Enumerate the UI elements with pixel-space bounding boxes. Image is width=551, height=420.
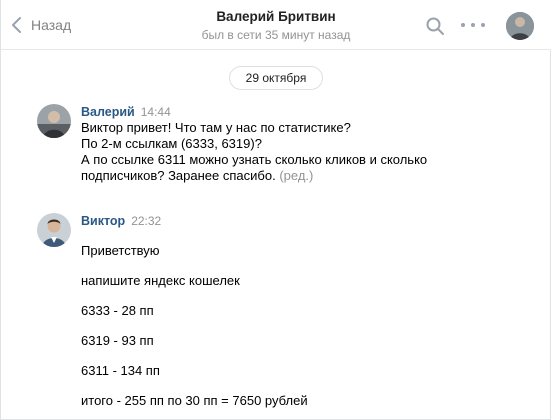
- message-line: По 2-м ссылкам (6333, 6319)?: [81, 136, 262, 151]
- date-divider: 29 октября: [229, 66, 323, 90]
- online-status: был в сети 35 минут назад: [201, 28, 351, 42]
- message-line: А по ссылке 6311 можно узнать сколько кл…: [81, 152, 428, 167]
- message-line: 6333 - 28 пп: [81, 303, 154, 318]
- header-avatar[interactable]: [506, 12, 534, 40]
- search-icon: [426, 17, 444, 35]
- more-dots-icon: [481, 23, 485, 27]
- avatar-photo: [37, 213, 71, 247]
- message-line: итого - 255 пп по 30 пп = 7650 рублей: [81, 393, 308, 408]
- chat-title[interactable]: Валерий Бритвин: [151, 9, 401, 25]
- back-button[interactable]: Назад: [11, 14, 71, 36]
- avatar[interactable]: [37, 104, 71, 138]
- avatar-photo: [37, 104, 71, 138]
- edited-label: (ред.): [279, 168, 314, 183]
- message-line: Приветствую: [81, 243, 160, 258]
- message-line: напишите яндекс кошелек: [81, 273, 240, 288]
- message-time[interactable]: 22:32: [131, 214, 161, 228]
- search-button[interactable]: [425, 16, 445, 36]
- author-name[interactable]: Виктор: [81, 214, 125, 228]
- chat-title-block[interactable]: Валерий Бритвин был в сети 35 минут наза…: [151, 9, 401, 43]
- message-line: 6319 - 93 пп: [81, 333, 154, 348]
- chat-window: Назад Валерий Бритвин был в сети 35 мину…: [0, 0, 551, 420]
- message-body: Валерий 14:44 Виктор привет! Что там у на…: [81, 104, 521, 184]
- message-body: Виктор 22:32 Приветствую напишите яндекс …: [81, 213, 521, 409]
- message-time[interactable]: 14:44: [141, 105, 171, 119]
- chevron-left-icon: [12, 17, 21, 33]
- message-line: Виктор привет! Что там у нас по статисти…: [81, 120, 351, 135]
- back-label: Назад: [31, 17, 72, 33]
- avatar[interactable]: [37, 213, 71, 247]
- message-line: 6311 - 134 пп: [81, 363, 160, 378]
- more-button[interactable]: [461, 17, 485, 33]
- message-text: подписчиков? Заранее спасибо.: [81, 168, 276, 183]
- more-dots-icon: [471, 23, 475, 27]
- chat-header: Назад Валерий Бритвин был в сети 35 мину…: [1, 0, 551, 50]
- more-dots-icon: [461, 23, 465, 27]
- avatar-photo: [506, 12, 534, 40]
- message-header: Виктор 22:32: [81, 213, 521, 229]
- message-header: Валерий 14:44: [81, 104, 521, 120]
- author-name[interactable]: Валерий: [81, 105, 135, 119]
- message-line-last: подписчиков? Заранее спасибо. (ред.): [81, 168, 521, 184]
